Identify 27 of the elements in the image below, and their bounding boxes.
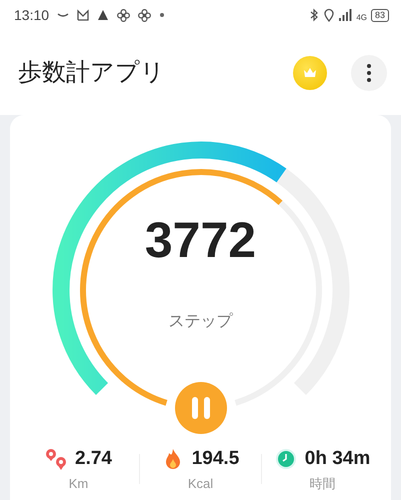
- mail-icon: [77, 9, 90, 21]
- step-count: 3772: [144, 215, 258, 265]
- signal-icon: [339, 9, 352, 21]
- stat-value: 0h 34m: [304, 447, 370, 471]
- menu-button[interactable]: [351, 54, 387, 90]
- step-label: ステップ: [168, 312, 234, 332]
- battery-icon: 83: [370, 8, 389, 22]
- fan-icon: [138, 8, 152, 22]
- clock-icon: [274, 448, 297, 470]
- fan-icon: [117, 8, 130, 22]
- map-pins-icon: [45, 448, 67, 470]
- network-label: 4G: [356, 14, 367, 22]
- stat-unit: 時間: [310, 474, 336, 492]
- stat-unit: Km: [68, 474, 88, 492]
- stat-value: 2.74: [75, 447, 112, 471]
- app-title: 歩数計アプリ: [18, 58, 165, 88]
- clock-text: 13:10: [14, 6, 50, 24]
- crown-icon: [303, 67, 317, 78]
- pause-button[interactable]: [174, 382, 226, 434]
- menu-icon: [367, 64, 371, 82]
- dot-icon: [159, 12, 166, 18]
- premium-button[interactable]: [293, 56, 327, 90]
- bluetooth-icon: [309, 8, 320, 22]
- location-icon: [323, 8, 336, 22]
- stat-value: 194.5: [192, 447, 240, 471]
- triangle-icon: [97, 9, 110, 21]
- stat-unit: Kcal: [188, 474, 214, 492]
